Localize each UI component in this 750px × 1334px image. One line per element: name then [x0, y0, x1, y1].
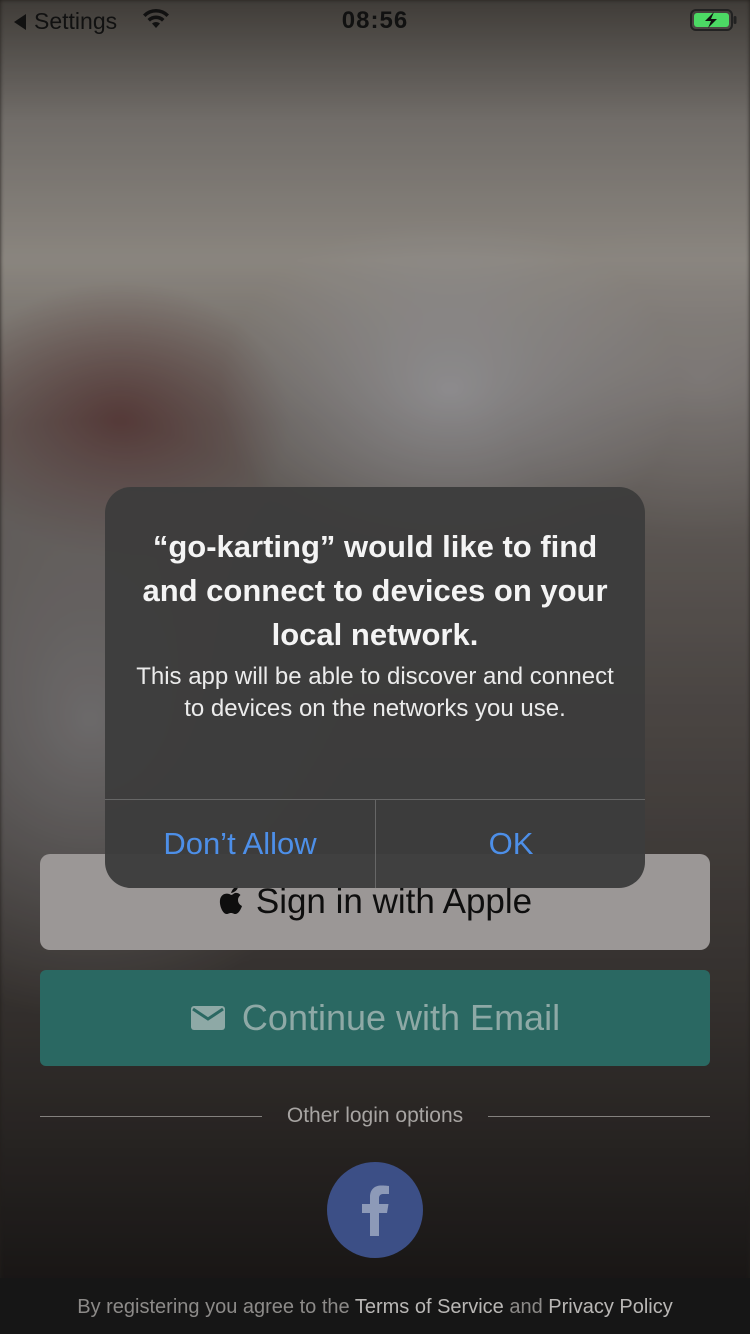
terms-footer: By registering you agree to the Terms of…	[0, 1278, 750, 1334]
footer-conjunction: and	[503, 1296, 549, 1318]
battery-charging-icon	[690, 9, 737, 31]
footer-prefix: By registering you agree to the	[77, 1296, 355, 1318]
alert-message: This app will be able to discover and co…	[136, 663, 614, 722]
status-bar: Settings 08:56	[0, 0, 750, 40]
facebook-icon	[362, 1185, 389, 1236]
continue-with-email-button[interactable]: Continue with Email	[40, 970, 710, 1066]
privacy-policy-link[interactable]: Privacy Policy	[548, 1296, 672, 1318]
status-time: 08:56	[341, 7, 409, 34]
terms-of-service-link[interactable]: Terms of Service	[355, 1296, 504, 1318]
alert-title: “go-karting” would like to find and conn…	[142, 529, 608, 652]
divider-line-right	[488, 1116, 710, 1117]
ok-button[interactable]: OK	[376, 800, 645, 888]
apple-button-label: Sign in with Apple	[255, 882, 533, 921]
mail-icon	[190, 1006, 225, 1030]
apple-logo-icon	[219, 886, 242, 914]
local-network-permission-alert: “go-karting” would like to find and conn…	[105, 487, 645, 888]
dont-allow-button[interactable]: Don’t Allow	[105, 800, 375, 888]
facebook-login-button[interactable]	[327, 1162, 423, 1258]
email-button-label: Continue with Email	[241, 997, 561, 1038]
other-login-options-divider: Other login options	[40, 1100, 710, 1134]
